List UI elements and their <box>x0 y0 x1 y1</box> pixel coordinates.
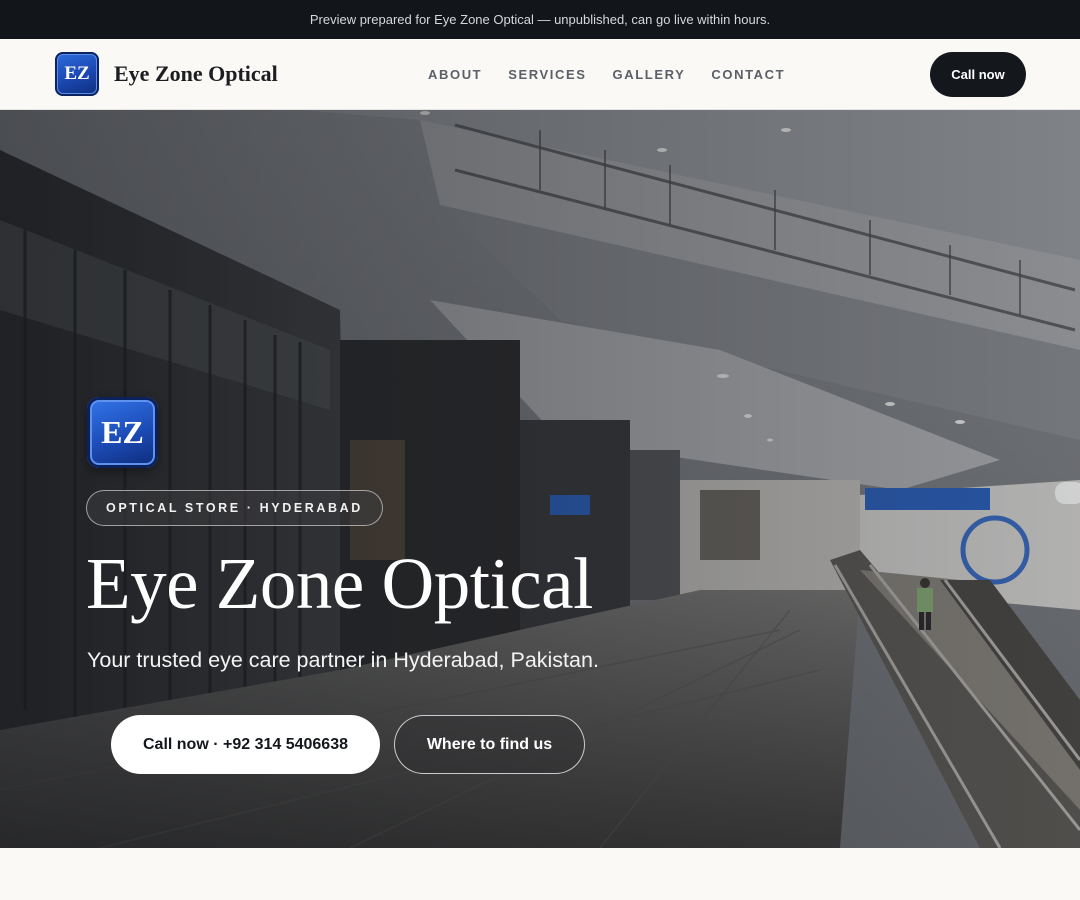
hero-title: Eye Zone Optical <box>86 543 593 624</box>
hero-subtitle: Your trusted eye care partner in Hyderab… <box>87 648 599 672</box>
nav-about[interactable]: ABOUT <box>428 67 482 82</box>
find-us-button[interactable]: Where to find us <box>394 715 585 774</box>
call-phone-button[interactable]: Call now · +92 314 5406638 <box>111 715 380 774</box>
logo-icon: EZ <box>55 52 99 96</box>
call-now-button[interactable]: Call now <box>930 52 1026 97</box>
store-tag-badge: OPTICAL STORE · HYDERABAD <box>86 490 383 526</box>
nav-gallery[interactable]: GALLERY <box>613 67 686 82</box>
hero-logo-icon: EZ <box>87 397 158 468</box>
nav-contact[interactable]: CONTACT <box>711 67 785 82</box>
preview-banner: Preview prepared for Eye Zone Optical — … <box>0 0 1080 39</box>
brand-link[interactable]: EZ Eye Zone Optical <box>55 52 278 96</box>
hero-section: EZ OPTICAL STORE · HYDERABAD Eye Zone Op… <box>0 110 1080 848</box>
store-tag-text: OPTICAL STORE · HYDERABAD <box>106 501 363 515</box>
main-nav: ABOUT SERVICES GALLERY CONTACT <box>428 39 811 109</box>
brand-name: Eye Zone Optical <box>114 61 278 86</box>
site-header: EZ Eye Zone Optical ABOUT SERVICES GALLE… <box>0 39 1080 110</box>
nav-services[interactable]: SERVICES <box>508 67 586 82</box>
preview-banner-text: Preview prepared for Eye Zone Optical — … <box>309 12 771 27</box>
